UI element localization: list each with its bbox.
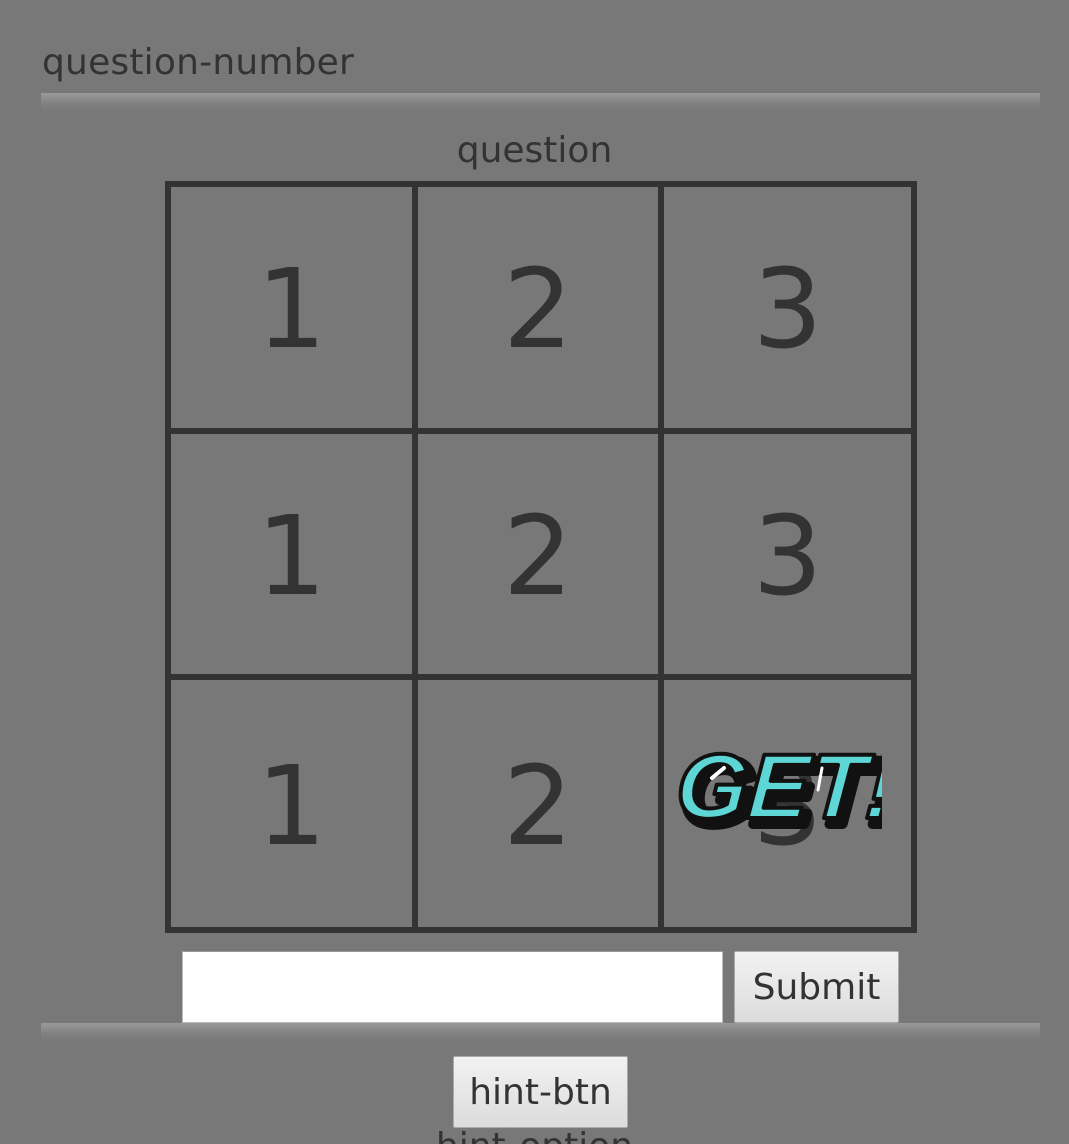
grid-cell: 2 [417,433,665,681]
grid-cell: 2 [417,187,665,434]
grid-cell-with-sticker: 3 GET! GET! [664,680,911,927]
quiz-page: question-number question 1 2 3 1 2 3 1 2… [0,0,1069,1144]
grid-cell: 3 [664,187,911,434]
top-divider [41,93,1040,111]
grid-cell: 1 [171,187,418,434]
grid-cell: 3 [664,434,911,681]
bottom-divider [41,1023,1040,1041]
grid-cell: 1 [171,680,418,927]
hint-button[interactable]: hint-btn [453,1056,628,1128]
number-grid: 1 2 3 1 2 3 1 2 3 GET! GET! [165,181,917,933]
get-sticker-icon: GET! GET! [672,738,882,848]
question-number: question-number [42,42,355,83]
answer-input[interactable] [182,951,723,1023]
svg-text:GET!: GET! [673,738,882,838]
submit-button[interactable]: Submit [734,951,899,1023]
grid-cell: 1 [171,433,418,681]
question-text: question [456,130,613,171]
hint-option: hint-option [0,1126,1069,1144]
grid-cell: 2 [418,680,665,927]
